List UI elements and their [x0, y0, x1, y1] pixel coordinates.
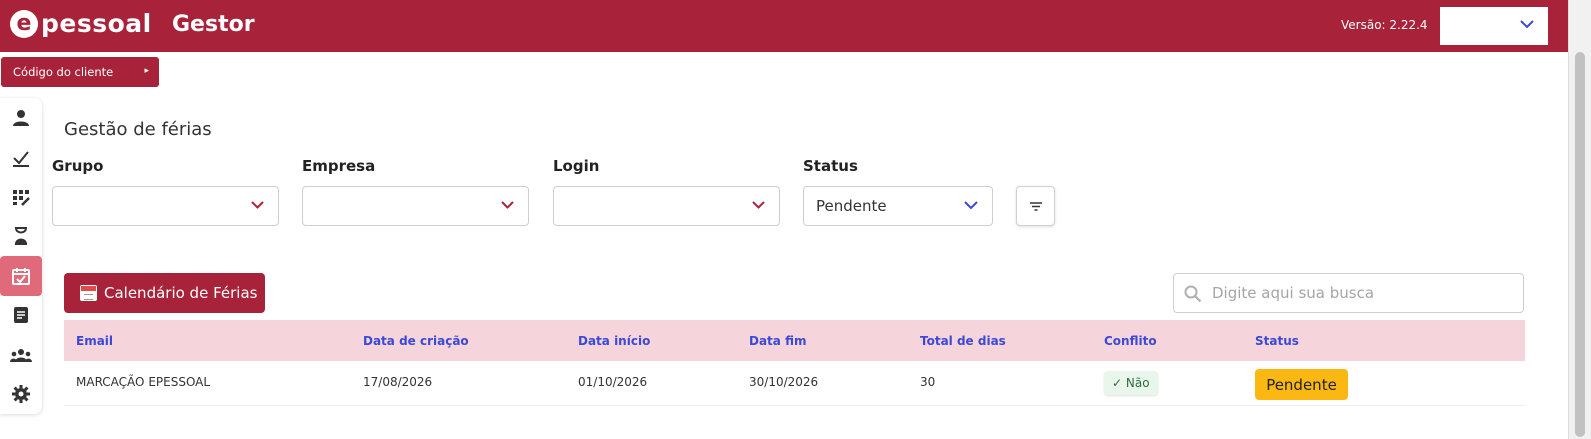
cell-created: 17/08/2026 [363, 375, 433, 389]
sidebar-item-vacation[interactable] [0, 256, 42, 296]
document-icon [14, 307, 28, 323]
login-label: Login [553, 157, 600, 175]
login-select[interactable] [553, 186, 780, 226]
page-scrollbar[interactable] [1568, 0, 1591, 439]
column-header-created[interactable]: Data de criação [363, 334, 469, 348]
search-box[interactable] [1173, 273, 1524, 313]
column-header-status[interactable]: Status [1255, 334, 1299, 348]
empresa-select[interactable] [302, 186, 529, 226]
sidebar-item-documents[interactable] [0, 295, 42, 335]
column-header-email[interactable]: Email [76, 334, 113, 348]
calendar-icon [80, 285, 97, 301]
sidebar [0, 98, 42, 414]
conflict-badge: ✓ Não [1104, 371, 1158, 395]
version-label: Versão: 2.22.4 [1341, 18, 1428, 32]
group-icon [10, 349, 32, 362]
app-name: Gestor [172, 12, 255, 37]
column-header-total-days[interactable]: Total de dias [920, 334, 1006, 348]
scrollbar-thumb[interactable] [1575, 52, 1585, 437]
checkmark-icon [13, 151, 29, 167]
filter-button[interactable] [1016, 186, 1055, 226]
table-header: Email Data de criação Data início Data f… [64, 320, 1525, 361]
chevron-down-icon [752, 201, 765, 209]
client-code-button[interactable]: Código do cliente ▸ [1, 57, 159, 87]
status-badge[interactable]: Pendente [1255, 369, 1348, 400]
calendar-button-label: Calendário de Férias [104, 284, 258, 302]
sidebar-item-teams[interactable] [0, 335, 42, 375]
chevron-down-icon [501, 201, 514, 209]
filter-icon [1029, 201, 1042, 211]
caret-right-icon: ▸ [144, 66, 149, 76]
page-title: Gestão de férias [64, 119, 212, 140]
sidebar-item-profile[interactable] [0, 98, 42, 138]
grupo-select[interactable] [52, 186, 279, 226]
user-dropdown[interactable] [1440, 7, 1548, 45]
person-icon [13, 110, 29, 126]
search-icon [1184, 285, 1202, 303]
cell-total-days: 30 [920, 375, 936, 389]
calendar-button[interactable]: Calendário de Férias [64, 273, 265, 313]
top-header-bar: e pessoal Gestor Versão: 2.22.4 [0, 0, 1568, 52]
sidebar-item-schedule[interactable] [0, 177, 42, 217]
client-code-label: Código do cliente [13, 65, 114, 79]
calendar-check-icon [12, 268, 30, 285]
logo-text: pessoal [41, 9, 152, 38]
sidebar-item-hours[interactable] [0, 216, 42, 256]
status-value: Pendente [816, 197, 887, 215]
column-header-end[interactable]: Data fim [749, 334, 806, 348]
gear-icon [12, 385, 30, 403]
cell-email: MARCAÇÃO EPESSOAL [76, 375, 211, 389]
grid-edit-icon [13, 190, 30, 206]
chevron-down-icon [964, 201, 978, 210]
sidebar-item-approvals[interactable] [0, 138, 42, 178]
table-row[interactable]: MARCAÇÃO EPESSOAL 17/08/2026 01/10/2026 … [64, 361, 1525, 406]
search-input[interactable] [1212, 282, 1512, 304]
status-label: Status [803, 157, 858, 175]
cell-start: 01/10/2026 [578, 375, 648, 389]
cell-end: 30/10/2026 [749, 375, 819, 389]
column-header-start[interactable]: Data início [578, 334, 650, 348]
chevron-down-icon [251, 201, 264, 209]
chevron-down-icon [1520, 20, 1534, 29]
hourglass-icon [15, 227, 27, 245]
column-header-conflict[interactable]: Conflito [1104, 334, 1157, 348]
logo[interactable]: e pessoal [10, 9, 152, 38]
grupo-label: Grupo [52, 157, 104, 175]
empresa-label: Empresa [302, 157, 376, 175]
sidebar-item-settings[interactable] [0, 374, 42, 414]
logo-mark: e [10, 9, 38, 38]
status-select[interactable]: Pendente [803, 186, 993, 226]
